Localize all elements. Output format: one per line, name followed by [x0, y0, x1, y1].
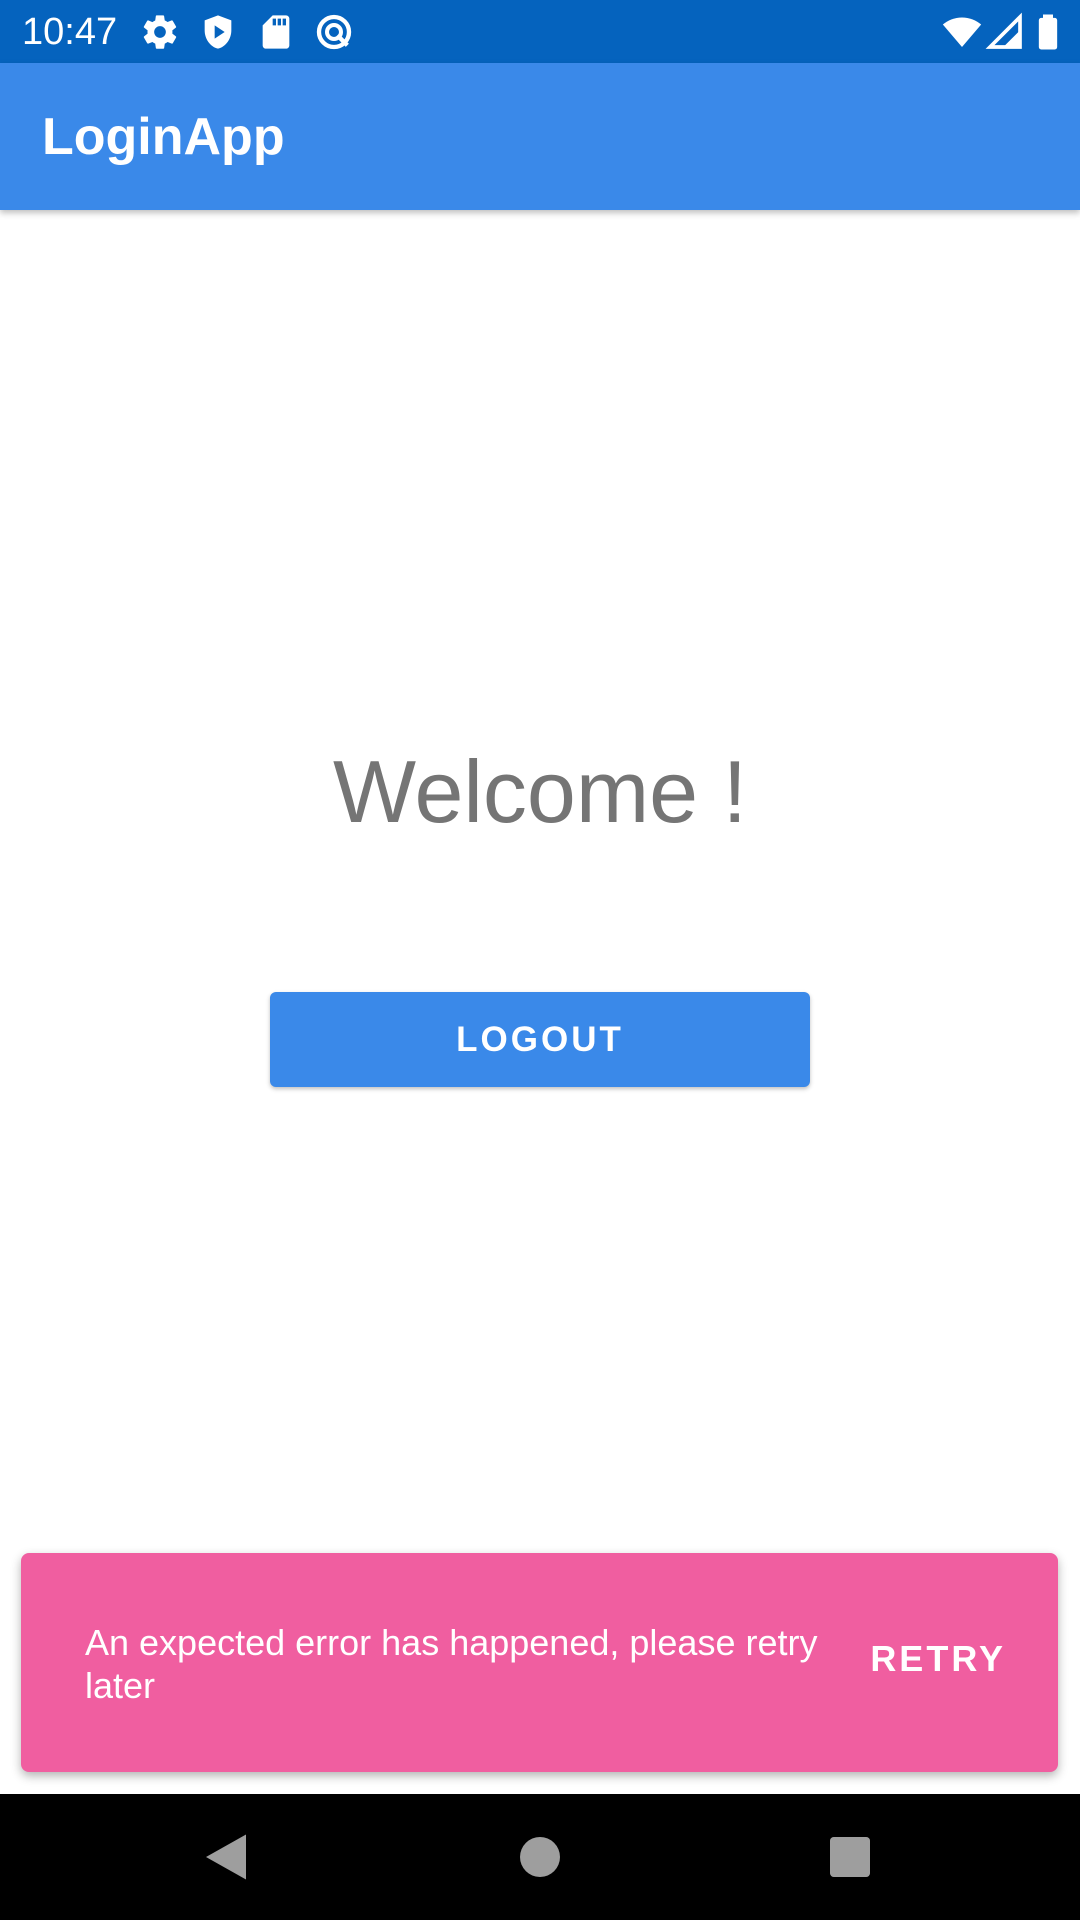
screen: 10:47 LoginApp Welcome ! LOGOUT An expec… [0, 0, 1080, 1920]
snackbar-message: An expected error has happened, please r… [85, 1622, 818, 1706]
logout-button[interactable]: LOGOUT [270, 992, 810, 1087]
wifi-icon [942, 12, 982, 52]
navigation-bar [0, 1794, 1080, 1920]
error-snackbar: An expected error has happened, please r… [21, 1553, 1058, 1772]
play-protect-icon [198, 12, 238, 52]
welcome-text: Welcome ! [332, 742, 748, 841]
data-saver-icon [314, 12, 354, 52]
app-title: LoginApp [42, 108, 285, 166]
back-icon[interactable] [196, 1827, 256, 1887]
status-bar: 10:47 [0, 0, 1080, 63]
recents-icon[interactable] [820, 1827, 880, 1887]
status-time: 10:47 [22, 11, 118, 53]
sd-card-icon [256, 12, 296, 52]
settings-icon [140, 12, 180, 52]
cell-signal-icon [985, 12, 1025, 52]
app-bar: LoginApp [0, 63, 1080, 210]
battery-icon [1028, 12, 1068, 52]
retry-button[interactable]: RETRY [870, 1637, 1006, 1681]
home-icon[interactable] [510, 1827, 570, 1887]
